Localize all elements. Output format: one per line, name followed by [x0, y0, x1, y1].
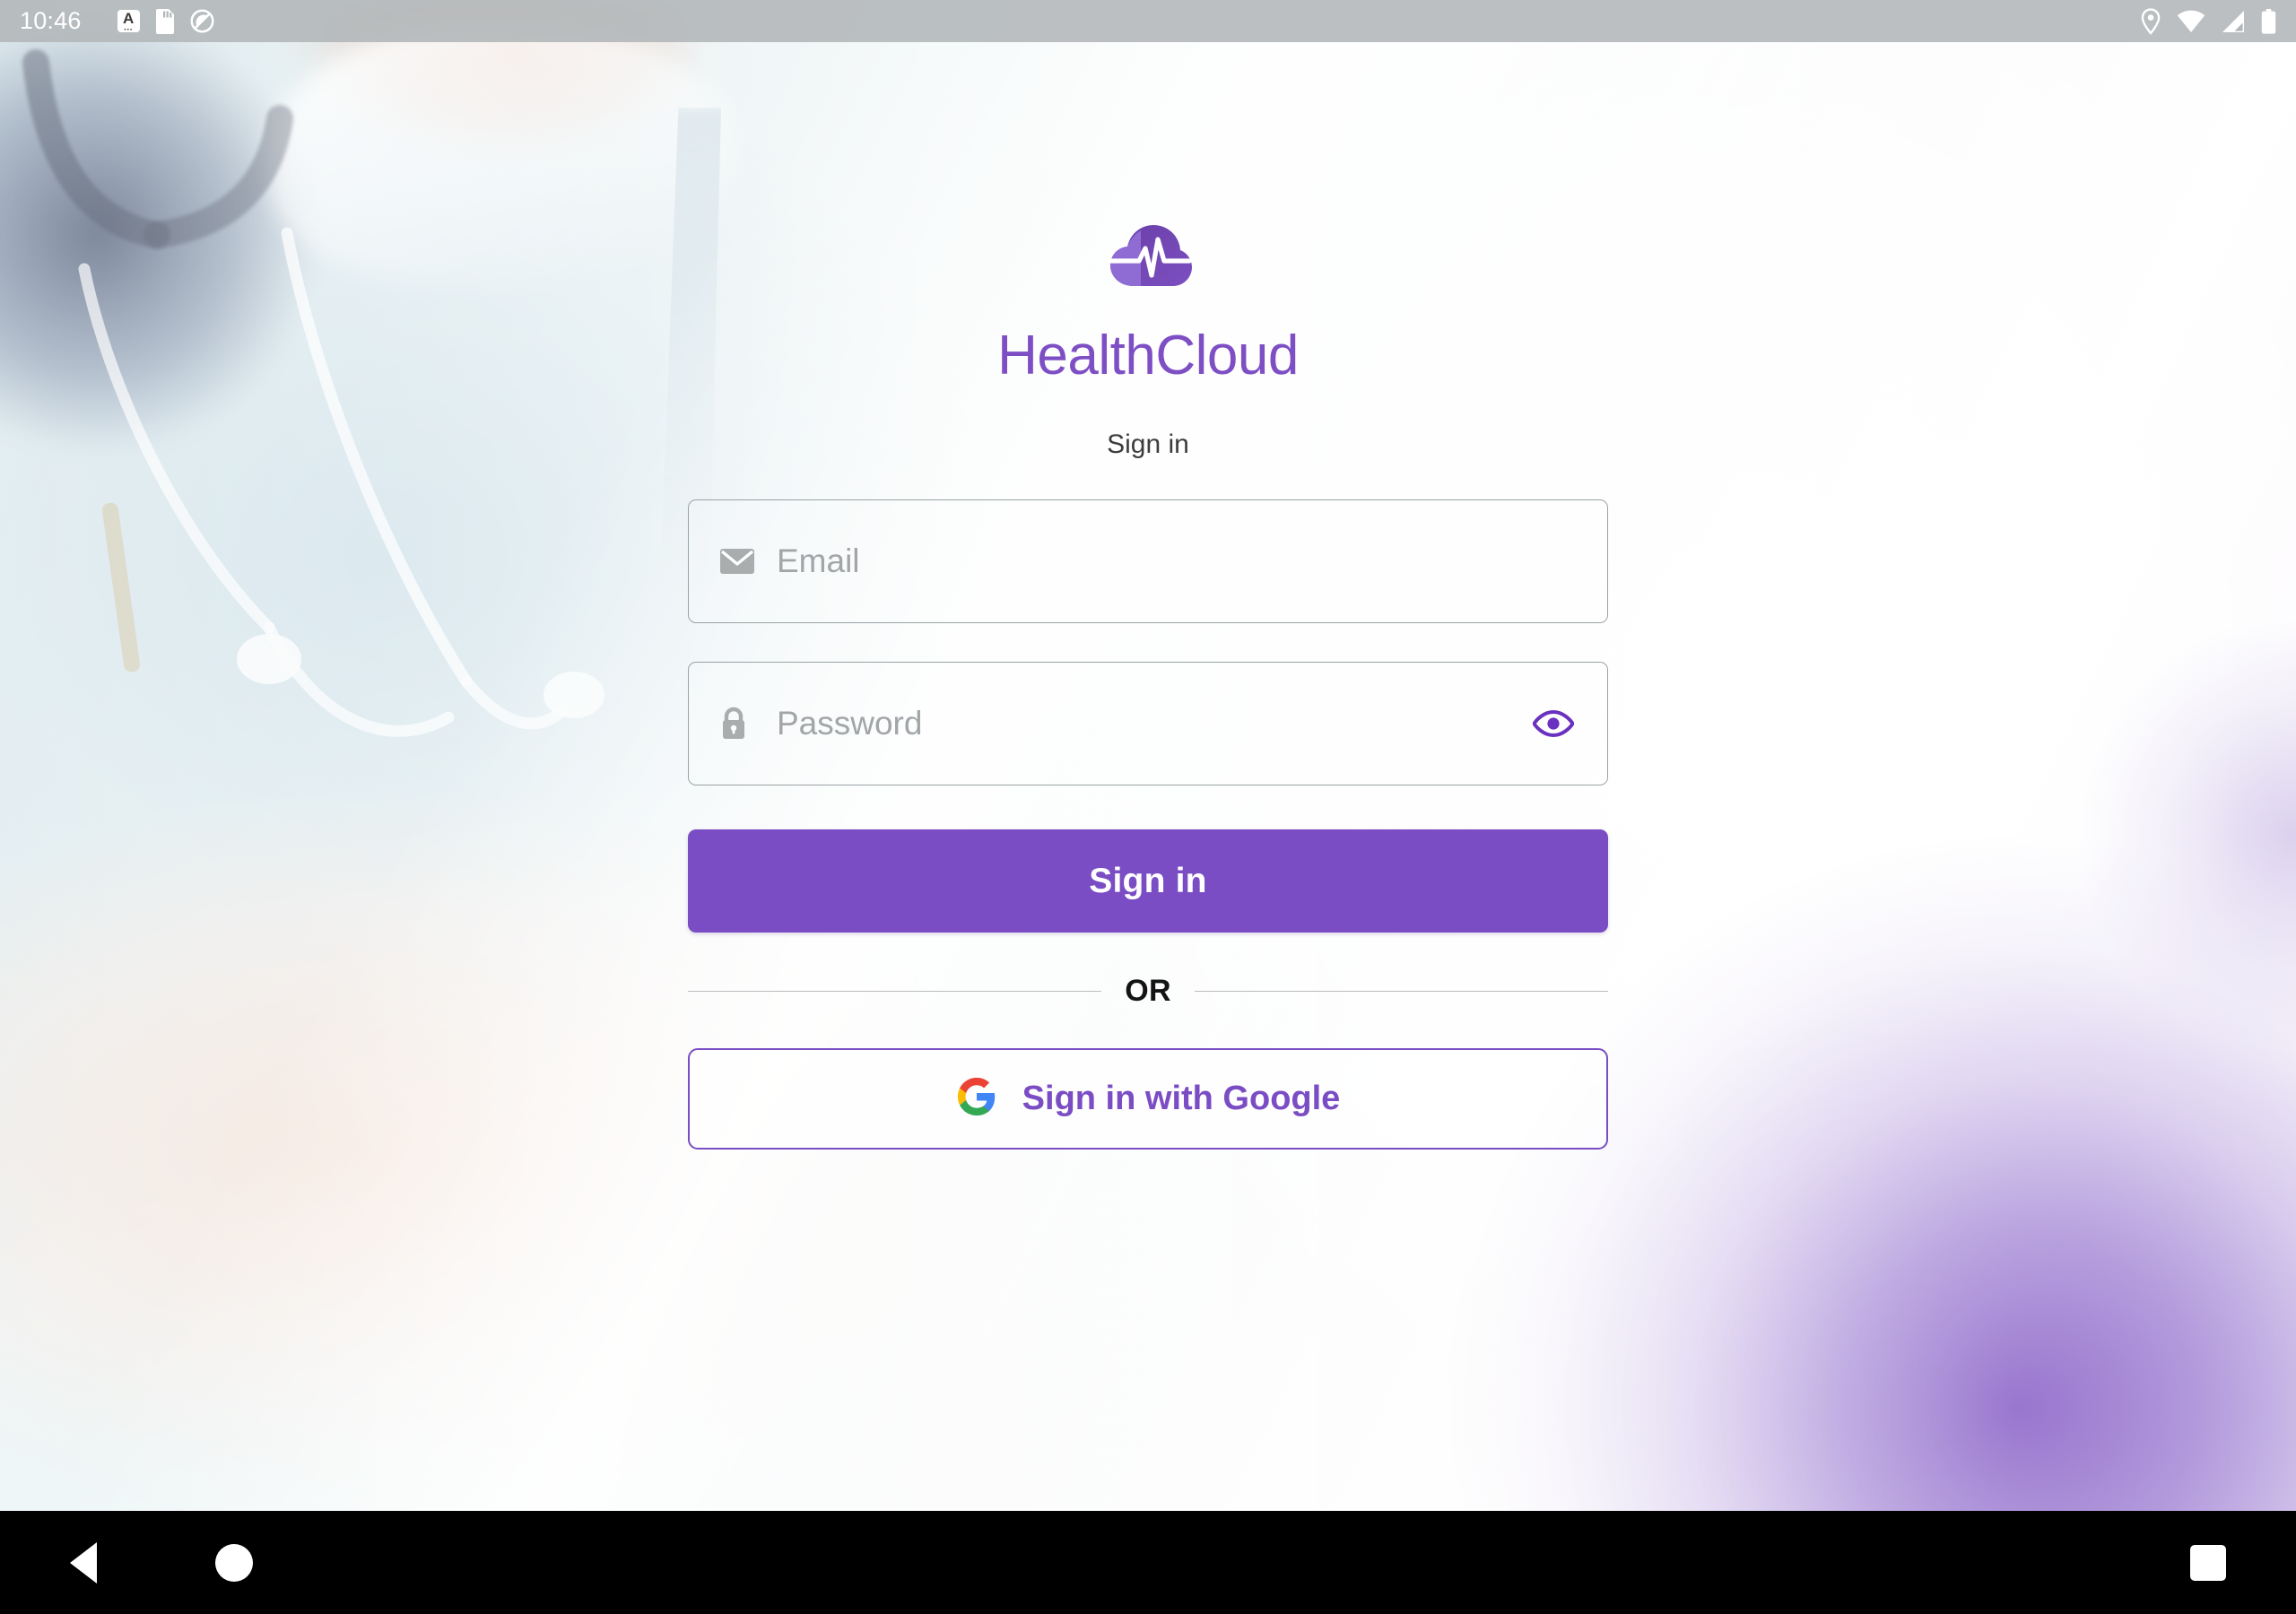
divider-line-left — [688, 990, 1102, 993]
google-button-label: Sign in with Google — [1022, 1080, 1341, 1117]
lock-icon — [719, 707, 761, 741]
cellular-signal-icon — [2222, 10, 2244, 32]
email-placeholder: Email — [777, 542, 860, 579]
sd-card-icon — [155, 8, 174, 34]
location-icon — [2141, 7, 2161, 35]
password-visibility-toggle-eye-icon[interactable] — [1530, 700, 1577, 747]
device-screen: 10:46 A ··· HealthCloud Sign in Email Pa… — [0, 0, 2296, 1614]
status-bar-right-icons — [2140, 7, 2276, 35]
or-divider: OR — [688, 974, 1609, 1009]
sign-in-with-google-button[interactable]: Sign in with Google — [688, 1048, 1608, 1150]
home-button-icon[interactable] — [215, 1543, 253, 1582]
page-title: HealthCloud — [997, 325, 1299, 386]
google-g-icon — [956, 1076, 997, 1122]
form-subtitle: Sign in — [1107, 430, 1189, 459]
battery-icon — [2261, 8, 2276, 34]
recents-button-icon[interactable] — [2190, 1544, 2226, 1581]
back-button-icon[interactable] — [70, 1541, 97, 1584]
status-bar-left-icons: A — [117, 8, 214, 34]
accessibility-a-badge-icon: A — [117, 10, 140, 34]
email-field[interactable]: Email — [688, 499, 1608, 623]
envelope-icon — [719, 548, 761, 575]
login-form-column: HealthCloud Sign in Email Password Sign … — [688, 42, 1609, 1150]
status-bar-left: 10:46 A — [20, 7, 214, 35]
do-not-disturb-icon — [190, 9, 214, 33]
password-placeholder: Password — [777, 705, 923, 742]
logo-container — [688, 221, 1608, 290]
password-field[interactable]: Password — [688, 662, 1608, 785]
wifi-icon — [2177, 10, 2205, 32]
status-bar: 10:46 A — [0, 0, 2296, 42]
sign-in-button[interactable]: Sign in — [688, 829, 1608, 933]
healthcloud-logo-icon — [1108, 225, 1192, 286]
divider-line-right — [1194, 990, 1609, 993]
android-navigation-bar — [0, 1511, 2296, 1614]
divider-label: OR — [1125, 974, 1171, 1008]
status-bar-clock: 10:46 — [20, 7, 82, 34]
main-content: HealthCloud Sign in Email Password Sign … — [0, 42, 2296, 1511]
